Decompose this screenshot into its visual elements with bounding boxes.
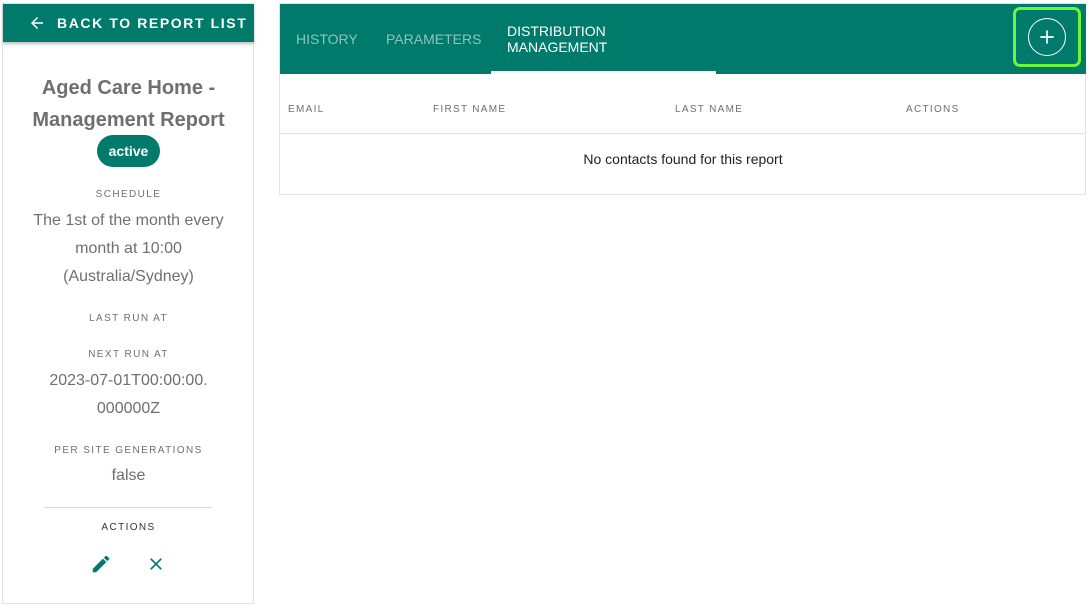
column-header-first-name[interactable]: FIRST NAME (433, 104, 506, 115)
tab-bar: HISTORY PARAMETERS DISTRIBUTION MANAGEME… (280, 4, 1086, 74)
per-site-generations-value: false (111, 467, 146, 484)
close-icon (146, 554, 166, 574)
arrow-left-icon (28, 14, 46, 32)
next-run-value: 2023-07-01T00:00:00.000000Z (49, 372, 208, 417)
report-title: Aged Care Home - Management Report (32, 77, 225, 131)
tab-history[interactable]: HISTORY (280, 4, 374, 74)
actions-label: ACTIONS (101, 522, 156, 533)
edit-report-button[interactable] (89, 552, 113, 576)
tab-distribution-management[interactable]: DISTRIBUTION MANAGEMENT (491, 4, 716, 74)
back-to-report-list-button[interactable]: BACK TO REPORT LIST (3, 4, 254, 42)
schedule-label: SCHEDULE (95, 189, 162, 200)
add-contact-button[interactable] (1028, 18, 1066, 56)
column-header-actions: ACTIONS (906, 104, 960, 115)
empty-state-message: No contacts found for this report (583, 151, 783, 167)
column-header-last-name[interactable]: LAST NAME (675, 104, 743, 115)
tab-parameters[interactable]: PARAMETERS (370, 4, 497, 74)
distribution-card: HISTORY PARAMETERS DISTRIBUTION MANAGEME… (279, 3, 1086, 195)
column-header-email[interactable]: EMAIL (288, 104, 325, 115)
last-run-label: LAST RUN AT (89, 313, 168, 324)
contacts-table-header: EMAIL FIRST NAME LAST NAME ACTIONS (280, 74, 1086, 134)
schedule-value: The 1st of the month every month at 10:0… (33, 212, 224, 285)
report-details-panel: BACK TO REPORT LIST Aged Care Home - Man… (2, 3, 254, 604)
add-contact-highlight (1013, 7, 1081, 67)
next-run-label: NEXT RUN AT (88, 349, 169, 360)
status-badge: active (97, 135, 160, 167)
back-button-label: BACK TO REPORT LIST (57, 15, 248, 31)
plus-circle-icon (1037, 27, 1057, 47)
delete-report-button[interactable] (144, 552, 168, 576)
divider (44, 507, 212, 508)
pencil-icon (90, 553, 112, 575)
per-site-generations-label: PER SITE GENERATIONS (54, 445, 203, 456)
